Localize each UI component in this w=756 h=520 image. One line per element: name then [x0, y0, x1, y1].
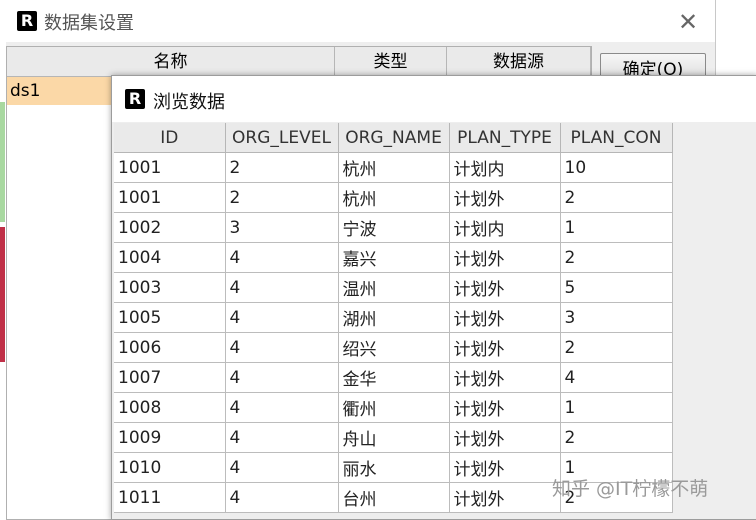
cell-org-level: 2 — [225, 152, 339, 183]
cell-plan-type: 计划外 — [449, 302, 561, 333]
cell-plan-type: 计划内 — [449, 212, 561, 243]
cell-org-name: 宁波 — [338, 212, 450, 243]
data-preview-table: ID ORG_LEVEL ORG_NAME PLAN_TYPE PLAN_CON 100… — [114, 123, 673, 513]
cell-org-name: 杭州 — [338, 152, 450, 183]
cell-org-name: 湖州 — [338, 302, 450, 333]
cell-plan-con: 2 — [560, 182, 673, 213]
cell-org-level: 2 — [225, 182, 339, 213]
cell-org-level: 4 — [225, 392, 339, 423]
table-row[interactable]: 1001 2 杭州 计划外 2 — [114, 182, 673, 213]
cell-plan-type: 计划外 — [449, 392, 561, 423]
cell-id: 1005 — [114, 302, 226, 333]
table-header-row: ID ORG_LEVEL ORG_NAME PLAN_TYPE PLAN_CON — [114, 123, 673, 153]
column-header-plan-type[interactable]: PLAN_TYPE — [449, 123, 561, 153]
cell-id: 1008 — [114, 392, 226, 423]
cell-id: 1003 — [114, 272, 226, 303]
cell-id: 1001 — [114, 182, 226, 213]
cell-plan-type: 计划外 — [449, 182, 561, 213]
column-header-org-name[interactable]: ORG_NAME — [338, 123, 450, 153]
cell-org-name: 丽水 — [338, 452, 450, 483]
browse-data-title: 浏览数据 — [153, 92, 225, 113]
cell-org-name: 嘉兴 — [338, 242, 450, 273]
cell-org-level: 4 — [225, 422, 339, 453]
cell-plan-con: 10 — [560, 152, 673, 183]
cell-org-level: 4 — [225, 302, 339, 333]
cell-id: 1004 — [114, 242, 226, 273]
cell-id: 1007 — [114, 362, 226, 393]
cell-plan-type: 计划外 — [449, 362, 561, 393]
cell-org-name: 舟山 — [338, 422, 450, 453]
table-row[interactable]: 1007 4 金华 计划外 4 — [114, 362, 673, 393]
column-header-name[interactable]: 名称 — [7, 47, 335, 77]
table-row[interactable]: 1002 3 宁波 计划内 1 — [114, 212, 673, 243]
cell-id: 1009 — [114, 422, 226, 453]
cell-org-level: 4 — [225, 272, 339, 303]
table-body: 1001 2 杭州 计划内 10 1001 2 杭州 计划外 2 1002 3 宁波 计划内 1 1004 4 嘉… — [114, 152, 673, 513]
table-row[interactable]: 1004 4 嘉兴 计划外 2 — [114, 242, 673, 273]
cell-org-name: 衢州 — [338, 392, 450, 423]
cell-org-name: 台州 — [338, 482, 450, 513]
table-row[interactable]: 1005 4 湖州 计划外 3 — [114, 302, 673, 333]
cell-plan-type: 计划外 — [449, 242, 561, 273]
cell-org-level: 4 — [225, 452, 339, 483]
cell-plan-con: 2 — [560, 422, 673, 453]
table-row[interactable]: 1006 4 绍兴 计划外 2 — [114, 332, 673, 363]
strip-green — [0, 102, 5, 222]
cell-org-level: 4 — [225, 482, 339, 513]
cell-plan-type: 计划外 — [449, 332, 561, 363]
table-row[interactable]: 1003 4 温州 计划外 5 — [114, 272, 673, 303]
watermark: 知乎 @IT柠檬不萌 — [552, 478, 709, 500]
table-row[interactable]: 1001 2 杭州 计划内 10 — [114, 152, 673, 183]
column-header-plan-con[interactable]: PLAN_CON — [560, 123, 673, 153]
cell-plan-con: 5 — [560, 272, 673, 303]
column-header-id[interactable]: ID — [114, 123, 226, 153]
cell-id: 1002 — [114, 212, 226, 243]
cell-plan-con: 4 — [560, 362, 673, 393]
dataset-settings-title: 数据集设置 — [44, 13, 134, 34]
column-header-type[interactable]: 类型 — [335, 47, 447, 77]
cell-plan-con: 1 — [560, 212, 673, 243]
column-header-org-level[interactable]: ORG_LEVEL — [225, 123, 339, 153]
cell-plan-type: 计划外 — [449, 482, 561, 513]
cell-plan-con: 2 — [560, 242, 673, 273]
cell-org-name: 金华 — [338, 362, 450, 393]
cell-id: 1010 — [114, 452, 226, 483]
cell-id: 1001 — [114, 152, 226, 183]
dataset-row-ds1[interactable]: ds1 — [7, 77, 113, 105]
browse-data-dialog: R 浏览数据 ID ORG_LEVEL ORG_NAME PLAN_TYPE PLAN_… — [111, 75, 756, 520]
cell-org-level: 4 — [225, 242, 339, 273]
cell-plan-con: 3 — [560, 302, 673, 333]
cell-plan-con: 2 — [560, 332, 673, 363]
cell-plan-con: 1 — [560, 392, 673, 423]
strip-red — [0, 227, 5, 362]
column-header-datasource[interactable]: 数据源 — [447, 47, 591, 77]
close-icon[interactable]: ✕ — [678, 8, 698, 36]
dataset-settings-titlebar: R 数据集设置 ✕ — [0, 0, 715, 42]
cell-org-level: 4 — [225, 362, 339, 393]
cell-org-level: 3 — [225, 212, 339, 243]
cell-plan-type: 计划内 — [449, 152, 561, 183]
table-row[interactable]: 1008 4 衢州 计划外 1 — [114, 392, 673, 423]
cell-org-name: 杭州 — [338, 182, 450, 213]
browse-data-titlebar: R 浏览数据 — [112, 76, 756, 122]
cell-plan-type: 计划外 — [449, 452, 561, 483]
app-logo-icon: R — [17, 11, 37, 31]
cell-id: 1006 — [114, 332, 226, 363]
cell-id: 1011 — [114, 482, 226, 513]
cell-org-name: 绍兴 — [338, 332, 450, 363]
app-logo-icon: R — [125, 89, 145, 109]
cell-plan-type: 计划外 — [449, 422, 561, 453]
cell-plan-type: 计划外 — [449, 272, 561, 303]
cell-org-name: 温州 — [338, 272, 450, 303]
cell-org-level: 4 — [225, 332, 339, 363]
table-row[interactable]: 1009 4 舟山 计划外 2 — [114, 422, 673, 453]
